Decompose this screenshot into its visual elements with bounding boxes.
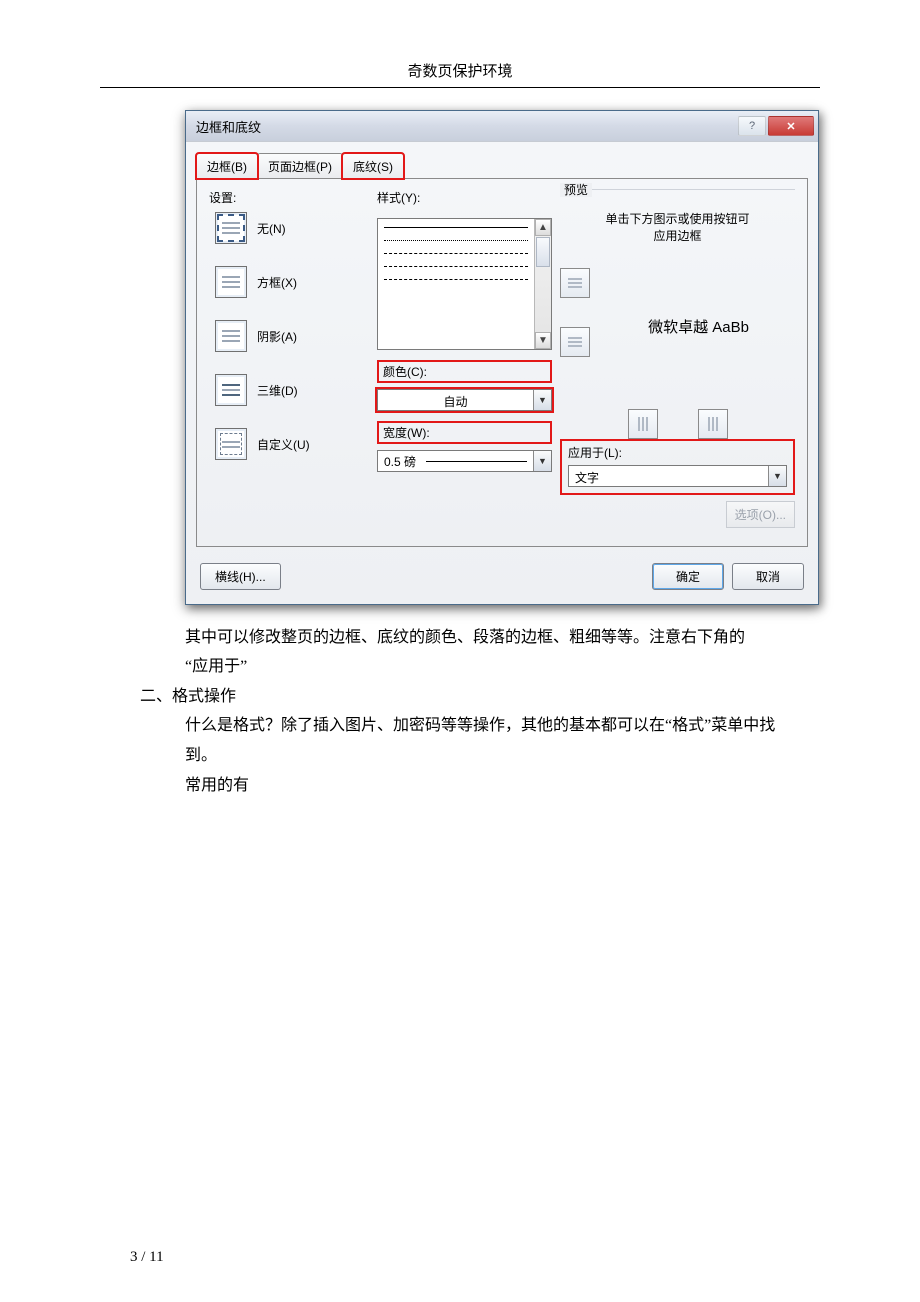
setting-shadow-label: 阴影(A) [257,328,297,345]
setting-3d-label: 三维(D) [257,382,298,399]
borders-shading-dialog: 边框和底纹 ? ✕ 边框(B) 页面边框(P) 底纹(S) 设置: [185,110,819,605]
body-line-4: 到。 [185,741,820,771]
scroll-thumb[interactable] [536,237,550,267]
chevron-down-icon[interactable]: ▼ [533,390,551,410]
preview-top-border-button[interactable] [560,268,590,298]
style-label: 样式(Y): [377,189,552,206]
page-number: 3 / 11 [130,1249,164,1266]
setting-none[interactable]: 无(N) [215,212,369,244]
setting-shadow-icon [215,320,247,352]
preview-column: 预览 单击下方图示或使用按钮可 应用边框 微软卓越 AaBb [560,189,795,528]
color-combo[interactable]: 自动 ▼ [377,389,552,411]
horizontal-line-button[interactable]: 横线(H)... [200,563,281,590]
tab-border[interactable]: 边框(B) [196,153,258,179]
preview-bottom-border-button[interactable] [560,327,590,357]
close-button[interactable]: ✕ [768,116,814,136]
page-header: 奇数页保护环境 [100,60,820,81]
setting-box-icon [215,266,247,298]
tab-shading[interactable]: 底纹(S) [342,153,404,179]
setting-box-label: 方框(X) [257,274,297,291]
body-line-3: 什么是格式？除了插入图片、加密码等等操作，其他的基本都可以在“格式”菜单中找 [185,711,820,741]
preview-sample-text: 微软卓越 AaBb [648,316,749,337]
color-value: 自动 [378,390,533,410]
style-scrollbar[interactable]: ▲ ▼ [534,219,551,349]
settings-column: 设置: 无(N) [209,189,369,528]
cancel-button[interactable]: 取消 [732,563,804,590]
width-value: 0.5 磅 [378,451,533,471]
ok-button[interactable]: 确定 [652,563,724,590]
setting-custom-label: 自定义(U) [257,436,310,453]
setting-none-label: 无(N) [257,220,286,237]
body-line-1: 其中可以修改整页的边框、底纹的颜色、段落的边框、粗细等等。注意右下角的 [185,623,820,653]
width-combo[interactable]: 0.5 磅 ▼ [377,450,552,472]
setting-3d-icon [215,374,247,406]
settings-label: 设置: [209,189,369,206]
preview-label: 预览 [560,189,795,207]
chevron-down-icon[interactable]: ▼ [533,451,551,471]
section-heading-2: 二、格式操作 [140,682,820,712]
setting-shadow[interactable]: 阴影(A) [215,320,369,352]
setting-3d[interactable]: 三维(D) [215,374,369,406]
apply-to-label: 应用于(L): [568,444,787,461]
options-button: 选项(O)... [726,501,795,528]
preview-canvas: 微软卓越 AaBb [602,257,795,397]
body-line-2: “应用于” [185,652,820,682]
setting-none-icon [215,212,247,244]
chevron-down-icon[interactable]: ▼ [768,466,786,486]
width-label: 宽度(W): [377,421,552,444]
apply-to-value: 文字 [569,466,768,486]
apply-to-combo[interactable]: 文字 ▼ [568,465,787,487]
header-rule [100,87,820,88]
help-button[interactable]: ? [738,116,766,136]
tab-page-border[interactable]: 页面边框(P) [257,153,343,179]
dialog-title: 边框和底纹 [196,117,736,136]
body-line-5: 常用的有 [185,771,820,801]
scroll-down-icon[interactable]: ▼ [535,332,551,349]
style-listbox[interactable]: ▲ ▼ [377,218,552,350]
setting-custom-icon [215,428,247,460]
setting-box[interactable]: 方框(X) [215,266,369,298]
color-label: 颜色(C): [377,360,552,383]
preview-hint: 单击下方图示或使用按钮可 应用边框 [560,211,795,245]
scroll-up-icon[interactable]: ▲ [535,219,551,236]
preview-right-border-button[interactable] [698,409,728,439]
apply-to-block: 应用于(L): 文字 ▼ [560,439,795,495]
setting-custom[interactable]: 自定义(U) [215,428,369,460]
titlebar: 边框和底纹 ? ✕ [186,111,818,141]
style-column: 样式(Y): ▲ [377,189,552,528]
preview-left-border-button[interactable] [628,409,658,439]
